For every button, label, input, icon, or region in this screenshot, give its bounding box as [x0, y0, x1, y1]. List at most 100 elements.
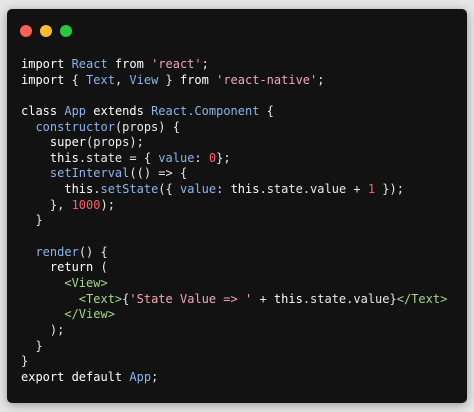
code-line: <View> — [21, 276, 447, 292]
code-token: } — [21, 354, 29, 369]
code-token: App — [64, 103, 87, 118]
code-token: ; — [151, 369, 159, 384]
code-token: React — [71, 57, 108, 71]
code-token: 'react-native' — [216, 72, 318, 87]
code-token: : — [216, 182, 231, 197]
code-line: } — [21, 339, 447, 355]
code-token: (() => { — [129, 166, 188, 181]
code-token: .state.value} — [302, 291, 397, 306]
code-window: import React from 'react'; import { Text,… — [7, 9, 467, 403]
code-token: .state.value + — [259, 182, 368, 197]
code-token: View — [129, 72, 159, 87]
code-block: import React from 'react'; import { Text,… — [21, 57, 447, 385]
code-token: <Text> — [78, 291, 123, 306]
code-token: setState — [100, 182, 159, 197]
code-token: class — [21, 103, 65, 118]
code-token: </View> — [64, 307, 115, 322]
code-token: ); — [100, 197, 115, 212]
code-token: <View> — [64, 275, 108, 290]
window-controls — [20, 25, 72, 37]
code-token: 1 — [367, 182, 376, 197]
code-token: .state = { — [78, 150, 159, 165]
code-line: ​ — [21, 88, 447, 104]
code-token: this — [64, 182, 94, 197]
code-token: 1000 — [71, 197, 101, 212]
code-token: constructor — [35, 119, 115, 134]
code-token: + — [252, 291, 274, 306]
code-line: <Text>{'State Value => ' + this.state.va… — [21, 291, 448, 308]
code-token: this — [273, 291, 303, 306]
code-token: import — [21, 57, 72, 71]
code-line: } — [21, 213, 447, 229]
code-token: this — [49, 150, 79, 165]
code-token: super — [49, 135, 87, 150]
code-token: value — [158, 150, 195, 165]
code-token: render — [35, 244, 79, 259]
code-token: this — [230, 182, 260, 197]
code-token: 'react' — [151, 57, 202, 71]
code-line: class App extends React.Component { — [21, 104, 447, 120]
code-token: value — [179, 182, 217, 197]
code-line: ​ — [21, 229, 447, 245]
code-token: setInterval — [49, 166, 130, 181]
code-token: , — [114, 72, 130, 87]
code-line: }, 1000); — [21, 198, 447, 214]
code-line: </View> — [21, 307, 447, 323]
code-token: React.Component — [151, 103, 260, 118]
code-token: return — [49, 260, 94, 275]
code-line: super(props); — [21, 135, 447, 151]
minimize-button[interactable] — [40, 25, 52, 37]
code-token: from — [179, 72, 217, 87]
code-token: ({ — [158, 182, 180, 197]
code-token: ; — [317, 72, 325, 87]
code-line: this.setState({ value: this.state.value … — [21, 182, 447, 198]
code-line: render() { — [21, 245, 447, 261]
code-line: import React from 'react'; — [21, 57, 447, 73]
code-token: App — [129, 369, 152, 384]
code-token: ( — [93, 260, 108, 275]
code-token: }, — [21, 197, 72, 212]
code-token: . — [93, 182, 101, 197]
code-token: default — [71, 369, 130, 384]
code-line: import { Text, View } from 'react-native… — [21, 73, 447, 89]
code-line: return ( — [21, 260, 447, 276]
code-token: import — [21, 72, 72, 87]
code-line: constructor(props) { — [21, 120, 447, 136]
code-token: }); — [375, 182, 404, 197]
code-token: (props); — [86, 135, 144, 150]
code-token: : — [194, 150, 209, 165]
code-token: 'State Value => ' — [129, 291, 253, 306]
code-token: ; — [201, 57, 209, 71]
code-line: setInterval(() => { — [21, 166, 447, 182]
code-token: { — [259, 103, 274, 118]
code-token: } — [158, 72, 180, 87]
code-token: ); — [21, 322, 65, 337]
code-line: } — [21, 354, 447, 370]
code-token: extends — [86, 103, 152, 118]
code-token: { — [71, 72, 87, 87]
code-token: }; — [216, 150, 231, 165]
zoom-button[interactable] — [60, 25, 72, 37]
code-token: } — [21, 213, 43, 228]
code-token: (props) { — [114, 119, 180, 134]
code-token: </Text> — [396, 291, 448, 306]
code-line: export default App; — [21, 370, 447, 386]
code-token: () { — [78, 244, 108, 259]
code-line: this.state = { value: 0}; — [21, 151, 447, 167]
close-button[interactable] — [20, 25, 32, 37]
code-token: export — [21, 369, 72, 384]
code-token: } — [21, 338, 43, 353]
code-line: ); — [21, 323, 447, 339]
code-token: Text — [86, 72, 115, 87]
code-token: from — [107, 57, 152, 71]
